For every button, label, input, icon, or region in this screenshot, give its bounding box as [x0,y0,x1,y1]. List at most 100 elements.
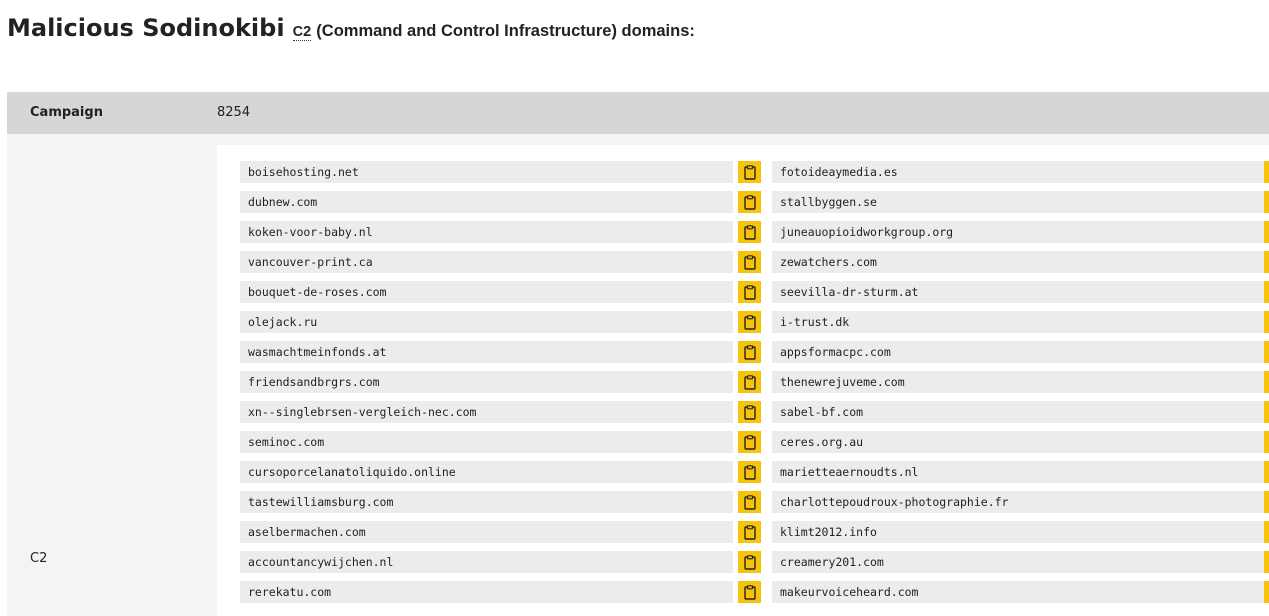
domain-cell: friendsandbrgrs.com [240,371,733,393]
domain-cell: tastewilliamsburg.com [240,491,733,513]
copy-button[interactable] [1264,551,1269,573]
page-subtitle: (Command and Control Infrastructure) dom… [316,22,695,40]
campaign-row: Campaign 8254 [7,92,1269,134]
domain-cell: seevilla-dr-sturm.at [772,281,1264,303]
copy-button[interactable] [1264,371,1269,393]
c2-domains-panel: boisehosting.net fotoideaymedia.es dubnew.… [217,145,1269,616]
domain-cell: boisehosting.net [240,161,733,183]
domain-cell: appsformacpc.com [772,341,1264,363]
domain-cell: creamery201.com [772,551,1264,573]
c2-abbreviation[interactable]: C2 [292,24,312,41]
domain-cell: stallbyggen.se [772,191,1264,213]
clipboard-icon [743,404,756,420]
copy-button[interactable] [738,371,761,393]
copy-button[interactable] [738,341,761,363]
domain-cell: makeurvoiceheard.com [772,581,1264,603]
domain-row: seminoc.com ceres.org.au [240,431,1269,453]
copy-button[interactable] [738,581,761,603]
domain-cell: dubnew.com [240,191,733,213]
clipboard-icon [743,194,756,210]
copy-button[interactable] [738,431,761,453]
domain-cell: cursoporcelanatoliquido.online [240,461,733,483]
copy-button[interactable] [738,311,761,333]
domain-row: wasmachtmeinfonds.at appsformacpc.com [240,341,1269,363]
clipboard-icon [743,374,756,390]
domain-cell: zewatchers.com [772,251,1264,273]
copy-button[interactable] [738,551,761,573]
copy-button[interactable] [1264,221,1269,243]
domain-cell: koken-voor-baby.nl [240,221,733,243]
domain-row: friendsandbrgrs.com thenewrejuveme.com [240,371,1269,393]
clipboard-icon [743,524,756,540]
clipboard-icon [743,224,756,240]
copy-button[interactable] [738,281,761,303]
copy-button[interactable] [738,191,761,213]
clipboard-icon [743,164,756,180]
domain-row: dubnew.com stallbyggen.se [240,191,1269,213]
ioc-table: Campaign 8254 C2 boisehosting.net fotoide… [7,92,1269,616]
domain-cell: charlottepoudroux-photographie.fr [772,491,1264,513]
copy-button[interactable] [738,161,761,183]
copy-button[interactable] [738,461,761,483]
clipboard-icon [743,554,756,570]
copy-button[interactable] [738,521,761,543]
campaign-label: Campaign [30,105,103,120]
copy-button[interactable] [1264,581,1269,603]
copy-button[interactable] [738,491,761,513]
c2-label: C2 [30,551,48,566]
domain-cell: marietteaernoudts.nl [772,461,1264,483]
page-title: Malicious Sodinokibi [7,14,285,42]
copy-button[interactable] [1264,401,1269,423]
clipboard-icon [743,314,756,330]
copy-button[interactable] [1264,251,1269,273]
domain-row: tastewilliamsburg.com charlottepoudroux-p… [240,491,1269,513]
domain-cell: seminoc.com [240,431,733,453]
campaign-value: 8254 [217,105,251,120]
domain-row: rerekatu.com makeurvoiceheard.com [240,581,1269,603]
copy-button[interactable] [1264,521,1269,543]
copy-button[interactable] [1264,281,1269,303]
domain-row: cursoporcelanatoliquido.online marietteae… [240,461,1269,483]
page-heading: Malicious Sodinokibi C2 (Command and Con… [7,14,695,42]
domain-cell: rerekatu.com [240,581,733,603]
domain-row: koken-voor-baby.nl juneauopioidworkgroup.… [240,221,1269,243]
domain-cell: vancouver-print.ca [240,251,733,273]
domain-row: aselbermachen.com klimt2012.info [240,521,1269,543]
clipboard-icon [743,254,756,270]
domain-cell: aselbermachen.com [240,521,733,543]
domain-cell: sabel-bf.com [772,401,1264,423]
clipboard-icon [743,434,756,450]
copy-button[interactable] [738,401,761,423]
domain-row: olejack.ru i-trust.dk [240,311,1269,333]
copy-button[interactable] [1264,461,1269,483]
domain-cell: bouquet-de-roses.com [240,281,733,303]
domain-cell: olejack.ru [240,311,733,333]
domain-cell: wasmachtmeinfonds.at [240,341,733,363]
domain-row: boisehosting.net fotoideaymedia.es [240,161,1269,183]
copy-button[interactable] [1264,431,1269,453]
domain-row: accountancywijchen.nl creamery201.com [240,551,1269,573]
domain-cell: fotoideaymedia.es [772,161,1264,183]
domain-row: xn--singlebrsen-vergleich-nec.com sabel-b… [240,401,1269,423]
copy-button[interactable] [1264,491,1269,513]
clipboard-icon [743,464,756,480]
clipboard-icon [743,284,756,300]
domain-cell: xn--singlebrsen-vergleich-nec.com [240,401,733,423]
domain-cell: ceres.org.au [772,431,1264,453]
copy-button[interactable] [1264,341,1269,363]
domain-cell: juneauopioidworkgroup.org [772,221,1264,243]
domain-cell: accountancywijchen.nl [240,551,733,573]
domain-cell: thenewrejuveme.com [772,371,1264,393]
domain-row: bouquet-de-roses.com seevilla-dr-sturm.at [240,281,1269,303]
clipboard-icon [743,584,756,600]
clipboard-icon [743,494,756,510]
copy-button[interactable] [738,221,761,243]
domain-cell: klimt2012.info [772,521,1264,543]
copy-button[interactable] [738,251,761,273]
copy-button[interactable] [1264,161,1269,183]
copy-button[interactable] [1264,311,1269,333]
copy-button[interactable] [1264,191,1269,213]
clipboard-icon [743,344,756,360]
domain-row: vancouver-print.ca zewatchers.com [240,251,1269,273]
domain-cell: i-trust.dk [772,311,1264,333]
